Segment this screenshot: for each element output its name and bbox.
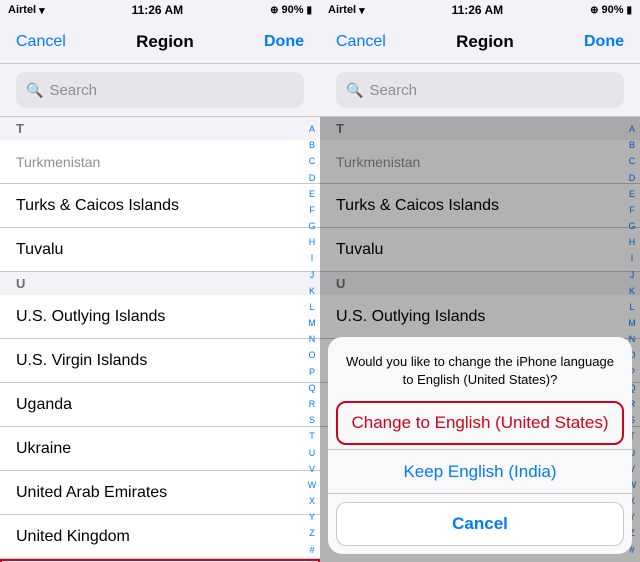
list-item-tuvalu[interactable]: Tuvalu (0, 228, 320, 272)
nav-title-left: Region (136, 32, 194, 52)
search-input-right[interactable]: 🔍 Search (336, 72, 624, 108)
list-item-uganda[interactable]: Uganda (0, 383, 320, 427)
dialog-actions: Change to English (United States) Keep E… (328, 397, 632, 493)
battery-icon-left: ▮ (306, 5, 312, 16)
list-item-turks[interactable]: Turks & Caicos Islands (0, 184, 320, 228)
left-screen: Airtel ▾ 11:26 AM ⊕ 90% ▮ Cancel Region … (0, 0, 320, 562)
alpha-index-left[interactable]: A B C D E F G H I J K L M N O P Q R S T … (304, 117, 320, 562)
search-placeholder-left: Search (49, 82, 97, 99)
list-item-ukraine[interactable]: Ukraine (0, 427, 320, 471)
battery-right: 90% (601, 4, 623, 16)
wifi-icon: ▾ (39, 4, 45, 17)
dialog-divider (328, 493, 632, 494)
search-input-left[interactable]: 🔍 Search (16, 72, 304, 108)
dialog-cancel-button[interactable]: Cancel (336, 502, 624, 546)
section-T-left: T (0, 117, 320, 140)
battery-left: 90% (281, 4, 303, 16)
battery-icon-right: ▮ (626, 5, 632, 16)
dialog-overlay: Would you like to change the iPhone lang… (320, 117, 640, 562)
section-U-left: U (0, 272, 320, 295)
status-right-right: ⊕ 90% ▮ (590, 4, 632, 16)
nav-title-right: Region (456, 32, 514, 52)
list-item-us-outlying[interactable]: U.S. Outlying Islands (0, 295, 320, 339)
search-icon-left: 🔍 (26, 82, 43, 99)
search-placeholder-right: Search (369, 82, 417, 99)
status-right-left: ⊕ 90% ▮ (270, 4, 312, 16)
status-bar-right: Airtel ▾ 11:26 AM ⊕ 90% ▮ (320, 0, 640, 20)
carrier-right: Airtel (328, 4, 356, 16)
status-bar-left: Airtel ▾ 11:26 AM ⊕ 90% ▮ (0, 0, 320, 20)
search-bar-left: 🔍 Search (0, 64, 320, 117)
list-right: T Turkmenistan Turks & Caicos Islands Tu… (320, 117, 640, 562)
dialog-message: Would you like to change the iPhone lang… (328, 337, 632, 397)
time-right: 11:26 AM (452, 3, 504, 17)
done-button-right[interactable]: Done (584, 33, 624, 51)
search-icon-right: 🔍 (346, 82, 363, 99)
nav-bar-left: Cancel Region Done (0, 20, 320, 64)
list-item-turkmenistan[interactable]: Turkmenistan (0, 140, 320, 184)
list-item-uae[interactable]: United Arab Emirates (0, 471, 320, 515)
search-bar-right: 🔍 Search (320, 64, 640, 117)
dialog-box: Would you like to change the iPhone lang… (328, 337, 632, 554)
cancel-button-right[interactable]: Cancel (336, 33, 386, 51)
time-left: 11:26 AM (132, 3, 184, 17)
status-left-right: Airtel ▾ (328, 4, 365, 17)
keep-language-button[interactable]: Keep English (India) (328, 449, 632, 493)
change-language-button[interactable]: Change to English (United States) (336, 401, 624, 445)
list-left: T Turkmenistan Turks & Caicos Islands Tu… (0, 117, 320, 562)
list-item-uk[interactable]: United Kingdom (0, 515, 320, 559)
done-button-left[interactable]: Done (264, 33, 304, 51)
status-left: Airtel ▾ (8, 4, 45, 17)
nav-bar-right: Cancel Region Done (320, 20, 640, 64)
carrier-left: Airtel (8, 4, 36, 16)
location-icon: ⊕ (270, 5, 278, 16)
wifi-icon-right: ▾ (359, 4, 365, 17)
list-item-us-virgin[interactable]: U.S. Virgin Islands (0, 339, 320, 383)
cancel-button-left[interactable]: Cancel (16, 33, 66, 51)
right-screen: Airtel ▾ 11:26 AM ⊕ 90% ▮ Cancel Region … (320, 0, 640, 562)
location-icon-right: ⊕ (590, 5, 598, 16)
